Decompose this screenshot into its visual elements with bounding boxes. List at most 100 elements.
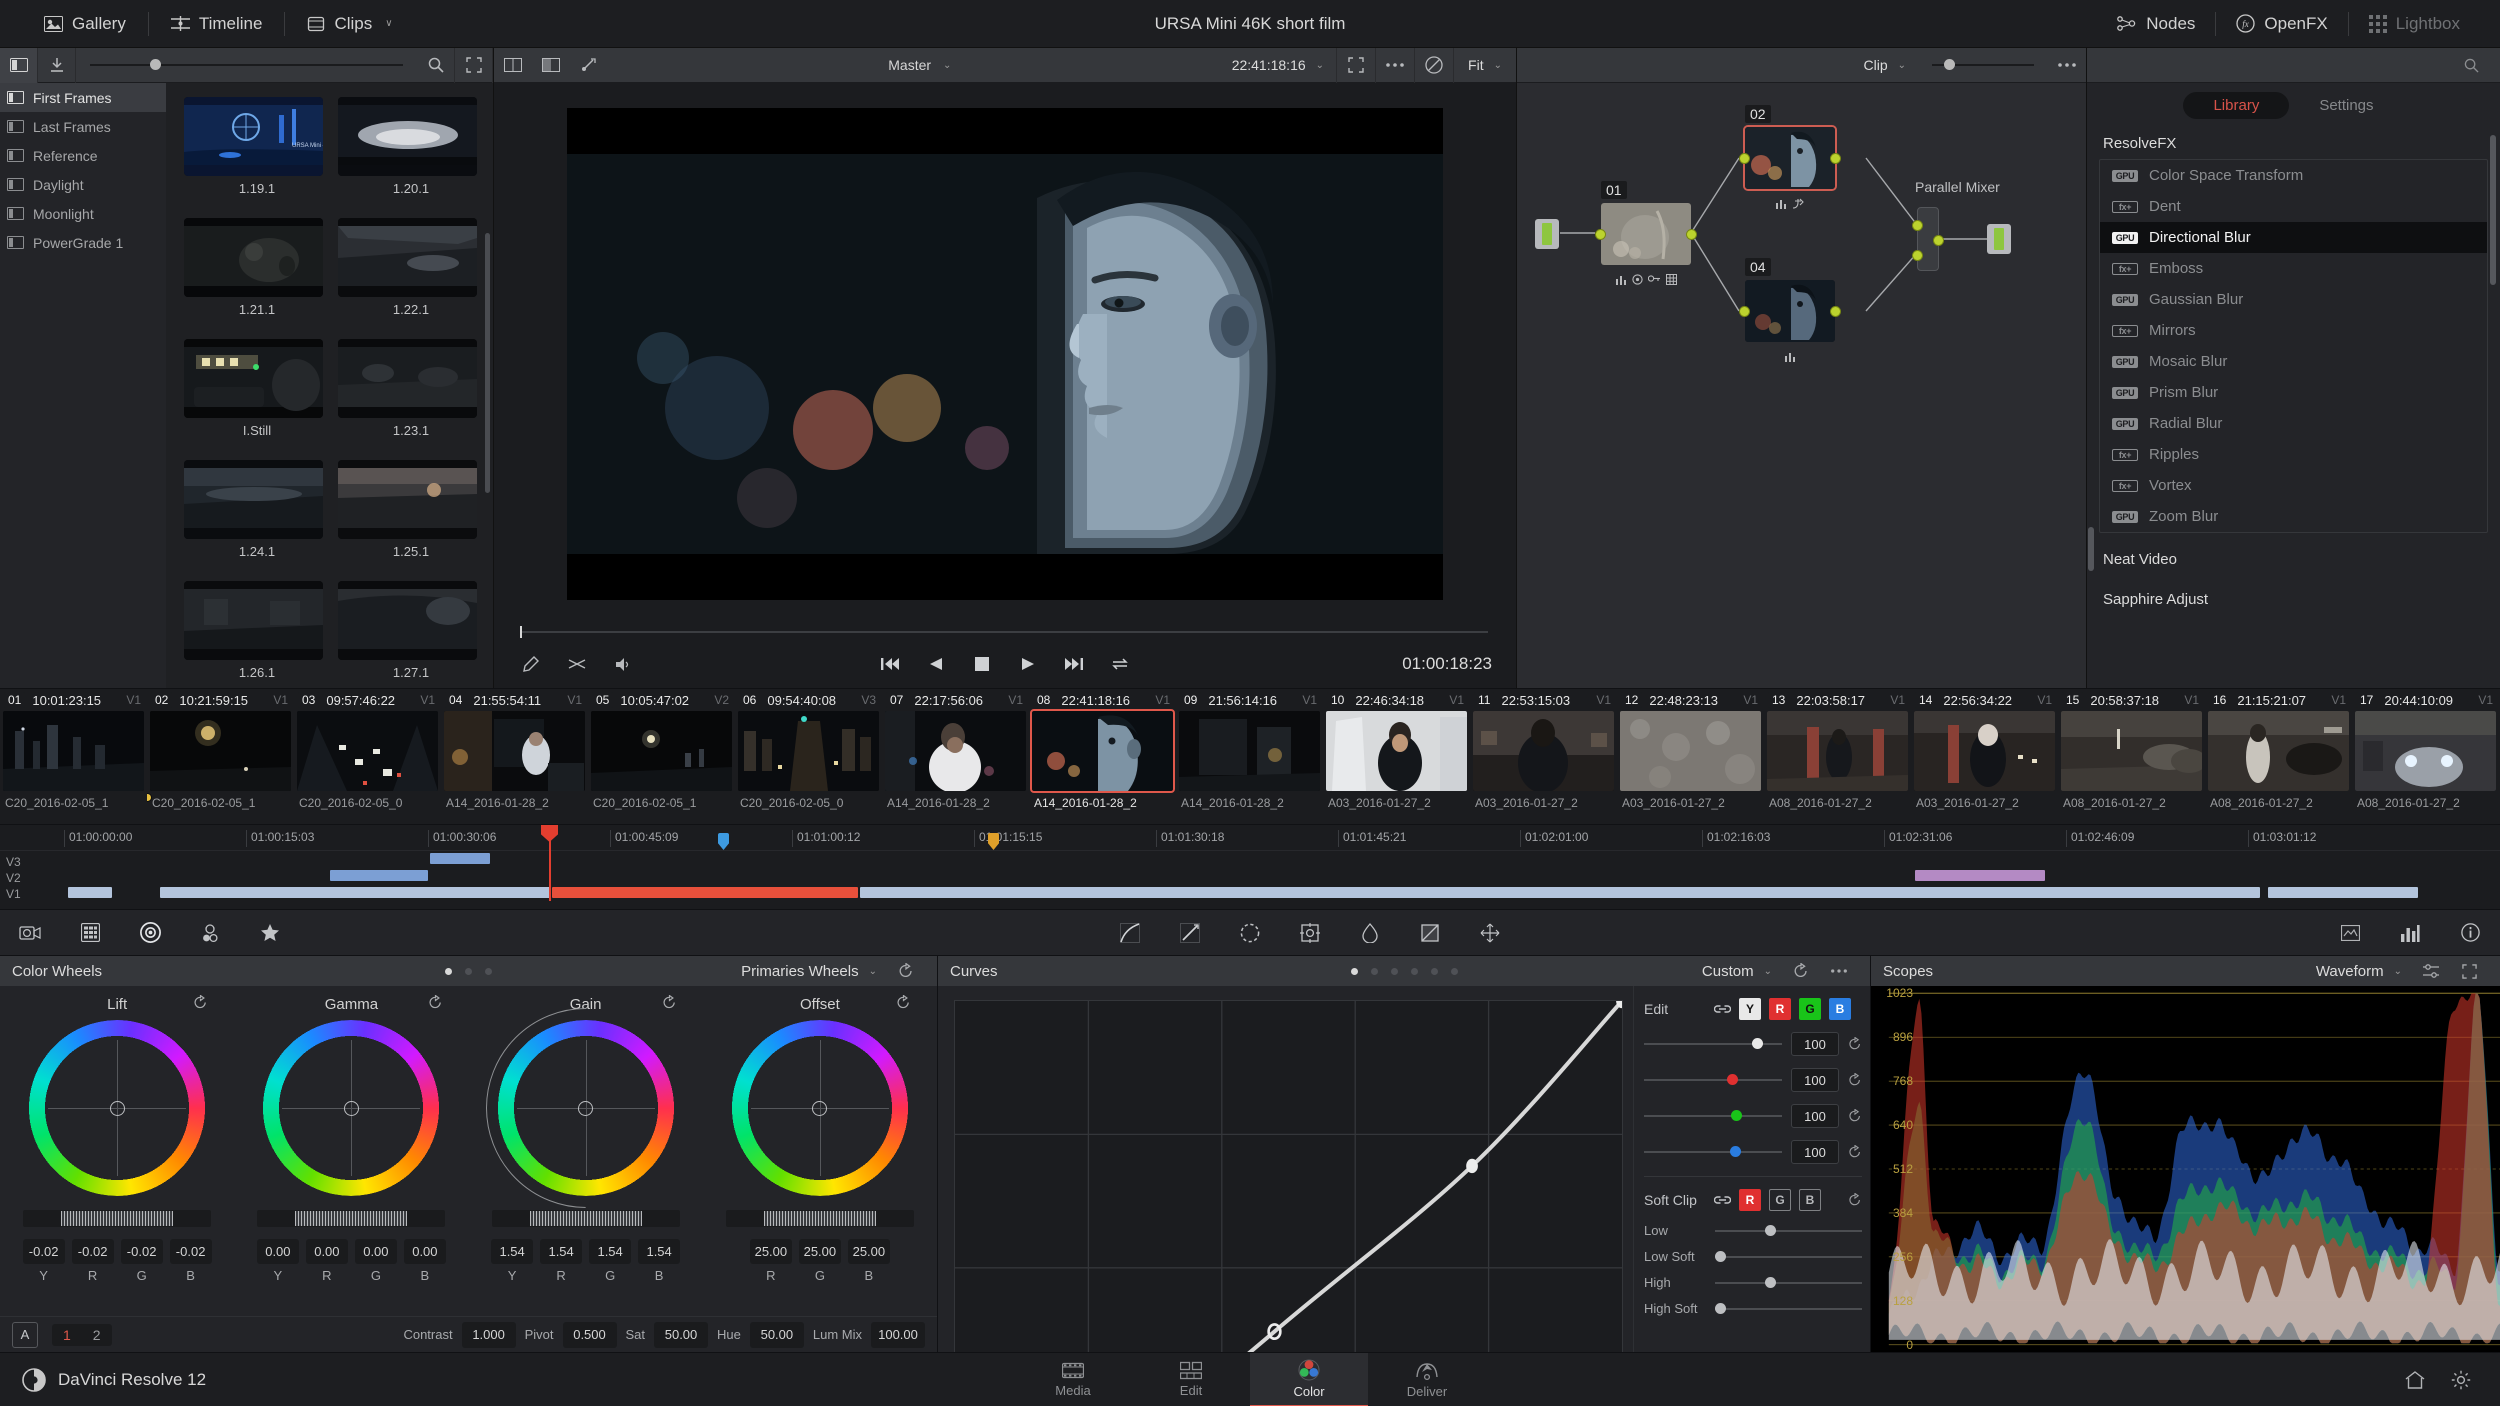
parallel-mixer-node[interactable] — [1912, 207, 1944, 271]
blur-button[interactable] — [1340, 909, 1400, 956]
gain-value-r[interactable]: 1.54 — [540, 1239, 583, 1264]
gallery-still[interactable]: I.Still — [184, 339, 330, 438]
track-clip-v2-b[interactable] — [1915, 870, 2045, 881]
gallery-still[interactable]: URSA Mini 4.6K 1.19.1 — [184, 97, 330, 196]
tab-library[interactable]: Library — [2183, 91, 2290, 119]
gamma-value-r[interactable]: 0.00 — [305, 1239, 348, 1264]
timeline-clip-09[interactable]: 09 21:56:14:16 V1 A14_2016-01-28_2 — [1176, 689, 1323, 824]
channel-button-b[interactable]: B — [1829, 998, 1851, 1020]
gallery-albums-toggle-button[interactable] — [0, 47, 38, 83]
page-dot[interactable] — [485, 967, 492, 975]
channel-value-b[interactable]: 100 — [1791, 1140, 1839, 1164]
soft-clip-high-knob[interactable] — [1764, 1276, 1776, 1288]
soft-clip-low-knob[interactable] — [1764, 1224, 1776, 1236]
channel-reset-r-icon[interactable] — [1848, 1073, 1862, 1087]
page-dot[interactable] — [1410, 967, 1418, 975]
key-button[interactable] — [1400, 909, 1460, 956]
viewer-split-view-button[interactable] — [494, 48, 532, 83]
fx-item-color-space-transform[interactable]: GPU Color Space Transform — [2100, 160, 2487, 191]
node-04[interactable]: 04 — [1739, 258, 1841, 362]
curves-button[interactable] — [1100, 909, 1160, 956]
gallery-star-button[interactable] — [240, 909, 300, 956]
timeline-clip-13[interactable]: 13 22:03:58:17 V1 A08_2016-01-27_2 — [1764, 689, 1911, 824]
loop-button[interactable] — [1097, 644, 1143, 684]
color-picker-button[interactable] — [508, 644, 554, 684]
wheel-reset-icon[interactable] — [896, 995, 911, 1010]
gallery-still[interactable]: 1.22.1 — [338, 218, 484, 317]
gallery-search-button[interactable] — [417, 47, 455, 83]
gallery-album-first-frames[interactable]: First Frames — [0, 83, 166, 112]
menu-lightbox[interactable]: Lightbox — [2349, 0, 2480, 48]
sizing-button[interactable] — [1460, 909, 1520, 956]
fx-item-mosaic-blur[interactable]: GPU Mosaic Blur — [2100, 346, 2487, 377]
loop-range-button[interactable] — [554, 644, 600, 684]
channel-button-y[interactable]: Y — [1739, 998, 1761, 1020]
viewer-image-wipe-button[interactable] — [532, 48, 570, 83]
fx-group-title-sapphire-adjust[interactable]: Sapphire Adjust — [2087, 575, 2500, 615]
channel-value-g[interactable]: 100 — [1791, 1104, 1839, 1128]
curve-plot[interactable] — [954, 1000, 1623, 1352]
node-output-port[interactable] — [1830, 153, 1841, 164]
node-01[interactable]: 01 — [1595, 181, 1697, 285]
power-windows-button[interactable] — [1220, 909, 1280, 956]
channel-button-g[interactable]: G — [1799, 998, 1821, 1020]
lift-value-r[interactable]: -0.02 — [71, 1239, 114, 1264]
page-dot[interactable] — [1450, 967, 1458, 975]
slider-knob-r[interactable] — [1726, 1074, 1738, 1085]
viewer-source-timecode[interactable]: 22:41:18:16 ⌄ — [1232, 57, 1336, 73]
soft-clip-channel-r[interactable]: R — [1739, 1189, 1761, 1211]
page-dot[interactable] — [445, 967, 452, 975]
gamma-master-slider[interactable] — [257, 1210, 446, 1227]
node-input-port[interactable] — [1739, 306, 1750, 317]
gallery-still[interactable]: 1.24.1 — [184, 460, 330, 559]
timeline-clip-11[interactable]: 11 22:53:15:03 V1 A03_2016-01-27_2 — [1470, 689, 1617, 824]
wheel-reset-icon[interactable] — [662, 995, 677, 1010]
color-match-button[interactable] — [60, 909, 120, 956]
timeline-clip-14[interactable]: 14 22:56:34:22 V1 A03_2016-01-27_2 — [1911, 689, 2058, 824]
curve-chart[interactable] — [955, 1001, 1622, 1352]
play-reverse-button[interactable] — [913, 644, 959, 684]
qualifier-eyedropper-button[interactable] — [1160, 909, 1220, 956]
link-channels-icon[interactable] — [1714, 1002, 1731, 1016]
fx-item-mirrors[interactable]: fx+ Mirrors — [2100, 315, 2487, 346]
fx-item-emboss[interactable]: fx+ Emboss — [2100, 253, 2487, 284]
tab-settings[interactable]: Settings — [2289, 92, 2403, 119]
timeline-clip-04[interactable]: 04 21:55:54:11 V1 A14_2016-01-28_2 — [441, 689, 588, 824]
channel-reset-b-icon[interactable] — [1848, 1145, 1862, 1159]
track-clip-v1[interactable] — [2268, 887, 2418, 898]
node-input-port[interactable] — [1595, 229, 1606, 240]
mixer-input-port-1[interactable] — [1912, 220, 1923, 231]
node-clip-selector[interactable]: Clip ⌄ — [1851, 57, 1918, 73]
lift-value-b[interactable]: -0.02 — [169, 1239, 212, 1264]
fx-item-gaussian-blur[interactable]: GPU Gaussian Blur — [2100, 284, 2487, 315]
slider-track[interactable] — [1715, 1276, 1862, 1288]
viewer-canvas[interactable] — [494, 83, 1516, 624]
timeline-clip-10[interactable]: 10 22:46:34:18 V1 A03_2016-01-27_2 — [1323, 689, 1470, 824]
channel-button-r[interactable]: R — [1769, 998, 1791, 1020]
channel-reset-y-icon[interactable] — [1848, 1037, 1862, 1051]
wheel-balance-point[interactable] — [109, 1100, 125, 1116]
fx-item-vortex[interactable]: fx+ Vortex — [2100, 470, 2487, 501]
openfx-scroll-area[interactable]: ResolveFX GPU Color Space Transform fx+ … — [2087, 127, 2500, 688]
offset-value-g[interactable]: 25.00 — [798, 1239, 841, 1264]
jump-to-end-button[interactable] — [1051, 644, 1097, 684]
color-wheels-button[interactable] — [120, 909, 180, 956]
page-button-color[interactable]: Color — [1250, 1352, 1368, 1406]
timeline-clip-08[interactable]: 08 22:41:18:16 V1 A14_2016-01-28_2 — [1029, 689, 1176, 824]
slider-knob[interactable] — [1944, 59, 1955, 70]
timeline-clip-16[interactable]: 16 21:15:21:07 V1 A08_2016-01-27_2 — [2205, 689, 2352, 824]
menu-timeline[interactable]: Timeline — [149, 0, 285, 48]
lift-value-g[interactable]: -0.02 — [120, 1239, 163, 1264]
scopes-mode-selector[interactable]: Waveform ⌄ — [2306, 963, 2412, 980]
soft-clip-link-icon[interactable] — [1714, 1193, 1731, 1207]
info-button[interactable] — [2440, 909, 2500, 956]
soft-clip-reset-icon[interactable] — [1848, 1193, 1862, 1207]
track-clip-v1-selected[interactable] — [552, 887, 858, 898]
timeline-clip-17[interactable]: 17 20:44:10:09 V1 A08_2016-01-27_2 — [2352, 689, 2499, 824]
pivot-value[interactable]: 0.500 — [562, 1321, 617, 1348]
node-size-slider[interactable] — [1918, 59, 2048, 70]
viewer-options-button[interactable] — [1376, 48, 1414, 83]
page-button-media[interactable]: Media — [1014, 1353, 1132, 1406]
gallery-still[interactable]: 1.26.1 — [184, 581, 330, 680]
viewer-fullscreen-button[interactable] — [1337, 48, 1375, 83]
